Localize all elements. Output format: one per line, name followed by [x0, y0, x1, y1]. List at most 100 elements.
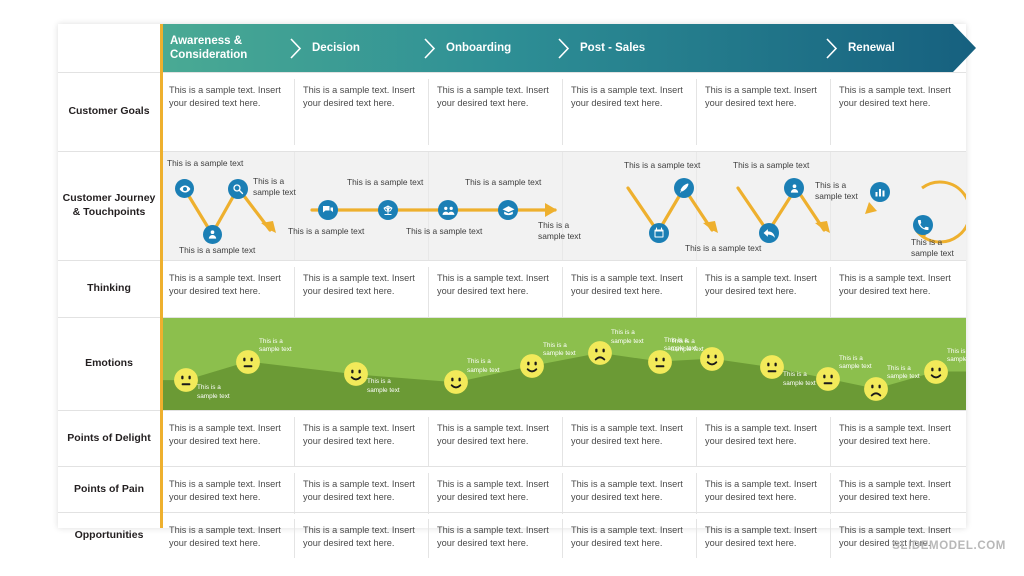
emotion-face-neutral[interactable]: [173, 367, 199, 393]
emotion-label: This is a sample text: [259, 337, 292, 354]
cell-points-of-delight-5[interactable]: This is a sample text. Insert your desir…: [830, 411, 966, 466]
emotion-face-neutral[interactable]: [235, 349, 261, 375]
cell-opportunities-4[interactable]: This is a sample text. Insert your desir…: [696, 513, 830, 558]
journey-label-2: This is a sample text: [179, 245, 256, 255]
cell-points-of-delight-4[interactable]: This is a sample text. Insert your desir…: [696, 411, 830, 466]
emotion-face-happy[interactable]: [923, 359, 949, 385]
cell-opportunities-3[interactable]: This is a sample text. Insert your desir…: [562, 513, 696, 558]
cell-points-of-pain-4[interactable]: This is a sample text. Insert your desir…: [696, 467, 830, 512]
cell-opportunities-1[interactable]: This is a sample text. Insert your desir…: [294, 513, 428, 558]
journey-label-9: This is a sample text: [685, 243, 762, 253]
cell-thinking-5[interactable]: This is a sample text. Insert your desir…: [830, 261, 966, 317]
journey-label-12: This is a sample text: [911, 237, 954, 259]
cell-points-of-delight-1[interactable]: This is a sample text. Insert your desir…: [294, 411, 428, 466]
inbox-icon[interactable]: [498, 200, 518, 220]
emotion-face-sad[interactable]: [587, 340, 613, 366]
pen-icon[interactable]: [674, 178, 694, 198]
cell-thinking-2[interactable]: This is a sample text. Insert your desir…: [428, 261, 562, 317]
emotions-chart: This is a sample text This is a sample te…: [160, 318, 966, 410]
emotion-label: This is a sample text: [783, 371, 816, 387]
chevron-separator-icon: [290, 38, 302, 59]
row-label-points-of-delight: Points of Delight: [67, 431, 151, 444]
row-label-thinking: Thinking: [87, 282, 131, 295]
cell-opportunities-2[interactable]: This is a sample text. Insert your desir…: [428, 513, 562, 558]
reply-icon[interactable]: [759, 223, 779, 243]
accent-rail: [160, 24, 163, 528]
phase-label-0[interactable]: Awareness & Consideration: [170, 24, 288, 72]
chart-icon[interactable]: [870, 182, 890, 202]
journey-label-5: This is a sample text: [406, 226, 483, 236]
row-opportunities: Opportunities This is a sample text. Ins…: [58, 513, 966, 558]
cell-points-of-delight-0[interactable]: This is a sample text. Insert your desir…: [160, 411, 294, 466]
cell-customer-goals-0[interactable]: This is a sample text. Insert your desir…: [160, 73, 294, 151]
cell-customer-goals-3[interactable]: This is a sample text. Insert your desir…: [562, 73, 696, 151]
row-cells-opportunities: This is a sample text. Insert your desir…: [160, 513, 966, 558]
phase-header-row: Awareness & Consideration Decision Onboa…: [58, 24, 976, 72]
person-icon[interactable]: [203, 225, 222, 244]
row-label-customer-journey-touchpoints: Customer Journey & Touchpoints: [62, 192, 156, 218]
journey-canvas: This is a sample text This is a sample t…: [160, 152, 966, 260]
comments-icon[interactable]: [318, 200, 338, 220]
phase-arrow-band: Awareness & Consideration Decision Onboa…: [160, 24, 976, 72]
phase-label-4[interactable]: Renewal: [848, 24, 958, 72]
cell-points-of-pain-0[interactable]: This is a sample text. Insert your desir…: [160, 467, 294, 512]
row-label-points-of-pain: Points of Pain: [73, 482, 144, 495]
emotion-face-neutral[interactable]: [759, 354, 785, 380]
cell-customer-goals-1[interactable]: This is a sample text. Insert your desir…: [294, 73, 428, 151]
emotion-face-happy[interactable]: [699, 346, 725, 372]
cell-points-of-delight-2[interactable]: This is a sample text. Insert your desir…: [428, 411, 562, 466]
cell-thinking-1[interactable]: This is a sample text. Insert your desir…: [294, 261, 428, 317]
header-corner-cell: [58, 24, 160, 72]
cell-thinking-0[interactable]: This is a sample text. Insert your desir…: [160, 261, 294, 317]
calendar-icon[interactable]: [649, 223, 669, 243]
emotion-face-happy[interactable]: [443, 369, 469, 395]
phase-label-2[interactable]: Onboarding: [446, 24, 564, 72]
cell-points-of-delight-3[interactable]: This is a sample text. Insert your desir…: [562, 411, 696, 466]
row-label-customer-goals: Customer Goals: [68, 105, 150, 118]
emotion-face-happy[interactable]: [343, 361, 369, 387]
row-emotions: Emotions This is a sample text This is a …: [58, 318, 966, 410]
row-cells-thinking: This is a sample text. Insert your desir…: [160, 261, 966, 317]
search-icon[interactable]: [228, 179, 248, 199]
emotion-label: This is a sample text: [611, 328, 644, 345]
journey-connector-lines: [182, 180, 966, 244]
phone-icon[interactable]: [913, 215, 933, 235]
cell-points-of-pain-2[interactable]: This is a sample text. Insert your desir…: [428, 467, 562, 512]
journey-label-11: This is a sample text: [815, 180, 858, 202]
cell-points-of-pain-5[interactable]: This is a sample text. Insert your desir…: [830, 467, 966, 512]
emotion-label: This is a sample text: [887, 364, 920, 381]
emotion-face-neutral[interactable]: [815, 366, 841, 392]
row-label-opportunities: Opportunities: [74, 528, 144, 541]
cell-customer-goals-4[interactable]: This is a sample text. Insert your desir…: [696, 73, 830, 151]
row-customer-journey-touchpoints: Customer Journey & Touchpoints This is a…: [58, 152, 966, 260]
cell-points-of-pain-1[interactable]: This is a sample text. Insert your desir…: [294, 467, 428, 512]
cell-thinking-3[interactable]: This is a sample text. Insert your desir…: [562, 261, 696, 317]
row-thinking: Thinking This is a sample text. Insert y…: [58, 261, 966, 317]
chevron-separator-icon: [558, 38, 570, 59]
emotion-face-sad[interactable]: [863, 376, 889, 402]
journey-label-0: This is a sample text: [167, 158, 244, 168]
journey-label-7: This is a sample text: [538, 220, 581, 242]
row-points-of-delight: Points of Delight This is a sample text.…: [58, 411, 966, 466]
emotion-label: This is a sample text: [664, 336, 697, 353]
journey-map-card: Awareness & Consideration Decision Onboa…: [58, 24, 976, 558]
scales-icon[interactable]: [378, 200, 398, 220]
people-icon[interactable]: [438, 200, 458, 220]
cell-customer-goals-2[interactable]: This is a sample text. Insert your desir…: [428, 73, 562, 151]
emotion-label: This is a sample text: [367, 378, 400, 395]
person2-icon[interactable]: [784, 178, 804, 198]
chevron-separator-icon: [826, 38, 838, 59]
emotion-label: This is a sample text: [839, 354, 872, 371]
cell-points-of-pain-3[interactable]: This is a sample text. Insert your desir…: [562, 467, 696, 512]
cell-customer-goals-5[interactable]: This is a sample text. Insert your desir…: [830, 73, 966, 151]
cell-thinking-4[interactable]: This is a sample text. Insert your desir…: [696, 261, 830, 317]
phase-label-1[interactable]: Decision: [312, 24, 424, 72]
emotion-label: This is a sample text: [543, 341, 576, 358]
row-cells-points-of-pain: This is a sample text. Insert your desir…: [160, 467, 966, 514]
eye-icon[interactable]: [175, 179, 194, 198]
emotion-face-happy[interactable]: [519, 353, 545, 379]
journey-label-4: This is a sample text: [347, 177, 424, 187]
phase-label-3[interactable]: Post - Sales: [580, 24, 730, 72]
cell-opportunities-0[interactable]: This is a sample text. Insert your desir…: [160, 513, 294, 558]
emotion-label: This is a sample text: [467, 358, 500, 374]
